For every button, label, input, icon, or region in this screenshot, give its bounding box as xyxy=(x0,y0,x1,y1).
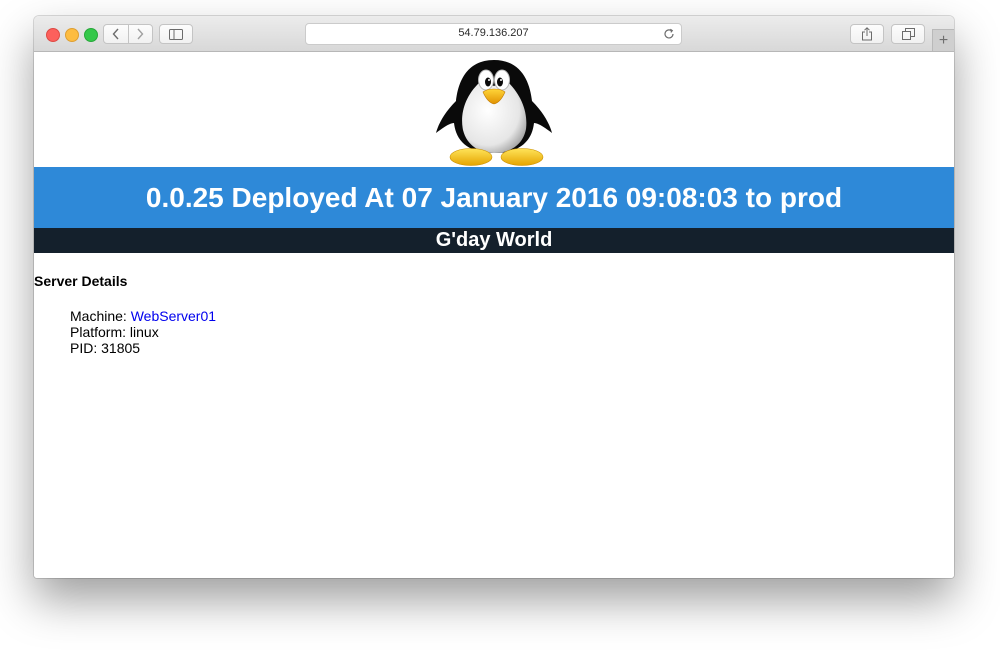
new-tab-button[interactable]: + xyxy=(932,29,954,51)
browser-toolbar: 54.79.136.207 + xyxy=(34,16,954,52)
address-bar[interactable]: 54.79.136.207 xyxy=(305,23,682,45)
deployment-banner: 0.0.25 Deployed At 07 January 2016 09:08… xyxy=(34,167,954,228)
close-window-button[interactable] xyxy=(46,28,60,42)
address-url: 54.79.136.207 xyxy=(458,27,529,39)
back-button[interactable] xyxy=(104,25,128,43)
chevron-left-icon xyxy=(112,28,119,40)
page-content: 0.0.25 Deployed At 07 January 2016 09:08… xyxy=(34,52,954,578)
tab-overview-button[interactable] xyxy=(891,24,925,44)
server-details-heading: Server Details xyxy=(34,273,128,289)
sidebar-icon xyxy=(169,28,183,40)
reload-icon[interactable] xyxy=(662,27,676,41)
tabs-icon xyxy=(901,28,915,40)
tux-penguin-icon xyxy=(436,60,552,166)
platform-row: Platform: linux xyxy=(70,324,159,340)
maximize-window-button[interactable] xyxy=(84,28,98,42)
forward-button[interactable] xyxy=(127,25,153,43)
sidebar-toggle-button[interactable] xyxy=(159,24,193,44)
server-details-list: Machine: WebServer01 Platform: linux PID… xyxy=(70,308,216,356)
browser-window: 54.79.136.207 + 0.0.25 Deployed At 07 Ja… xyxy=(34,16,954,578)
navigation-buttons xyxy=(103,24,153,44)
pid-row: PID: 31805 xyxy=(70,340,141,356)
greeting-heading: G'day World xyxy=(34,228,954,253)
share-button[interactable] xyxy=(850,24,884,44)
share-icon xyxy=(862,27,872,41)
machine-row: Machine: WebServer01 xyxy=(70,308,216,324)
machine-link[interactable]: WebServer01 xyxy=(131,308,216,324)
minimize-window-button[interactable] xyxy=(65,28,79,42)
machine-label: Machine: xyxy=(70,308,131,324)
chevron-right-icon xyxy=(137,28,144,40)
